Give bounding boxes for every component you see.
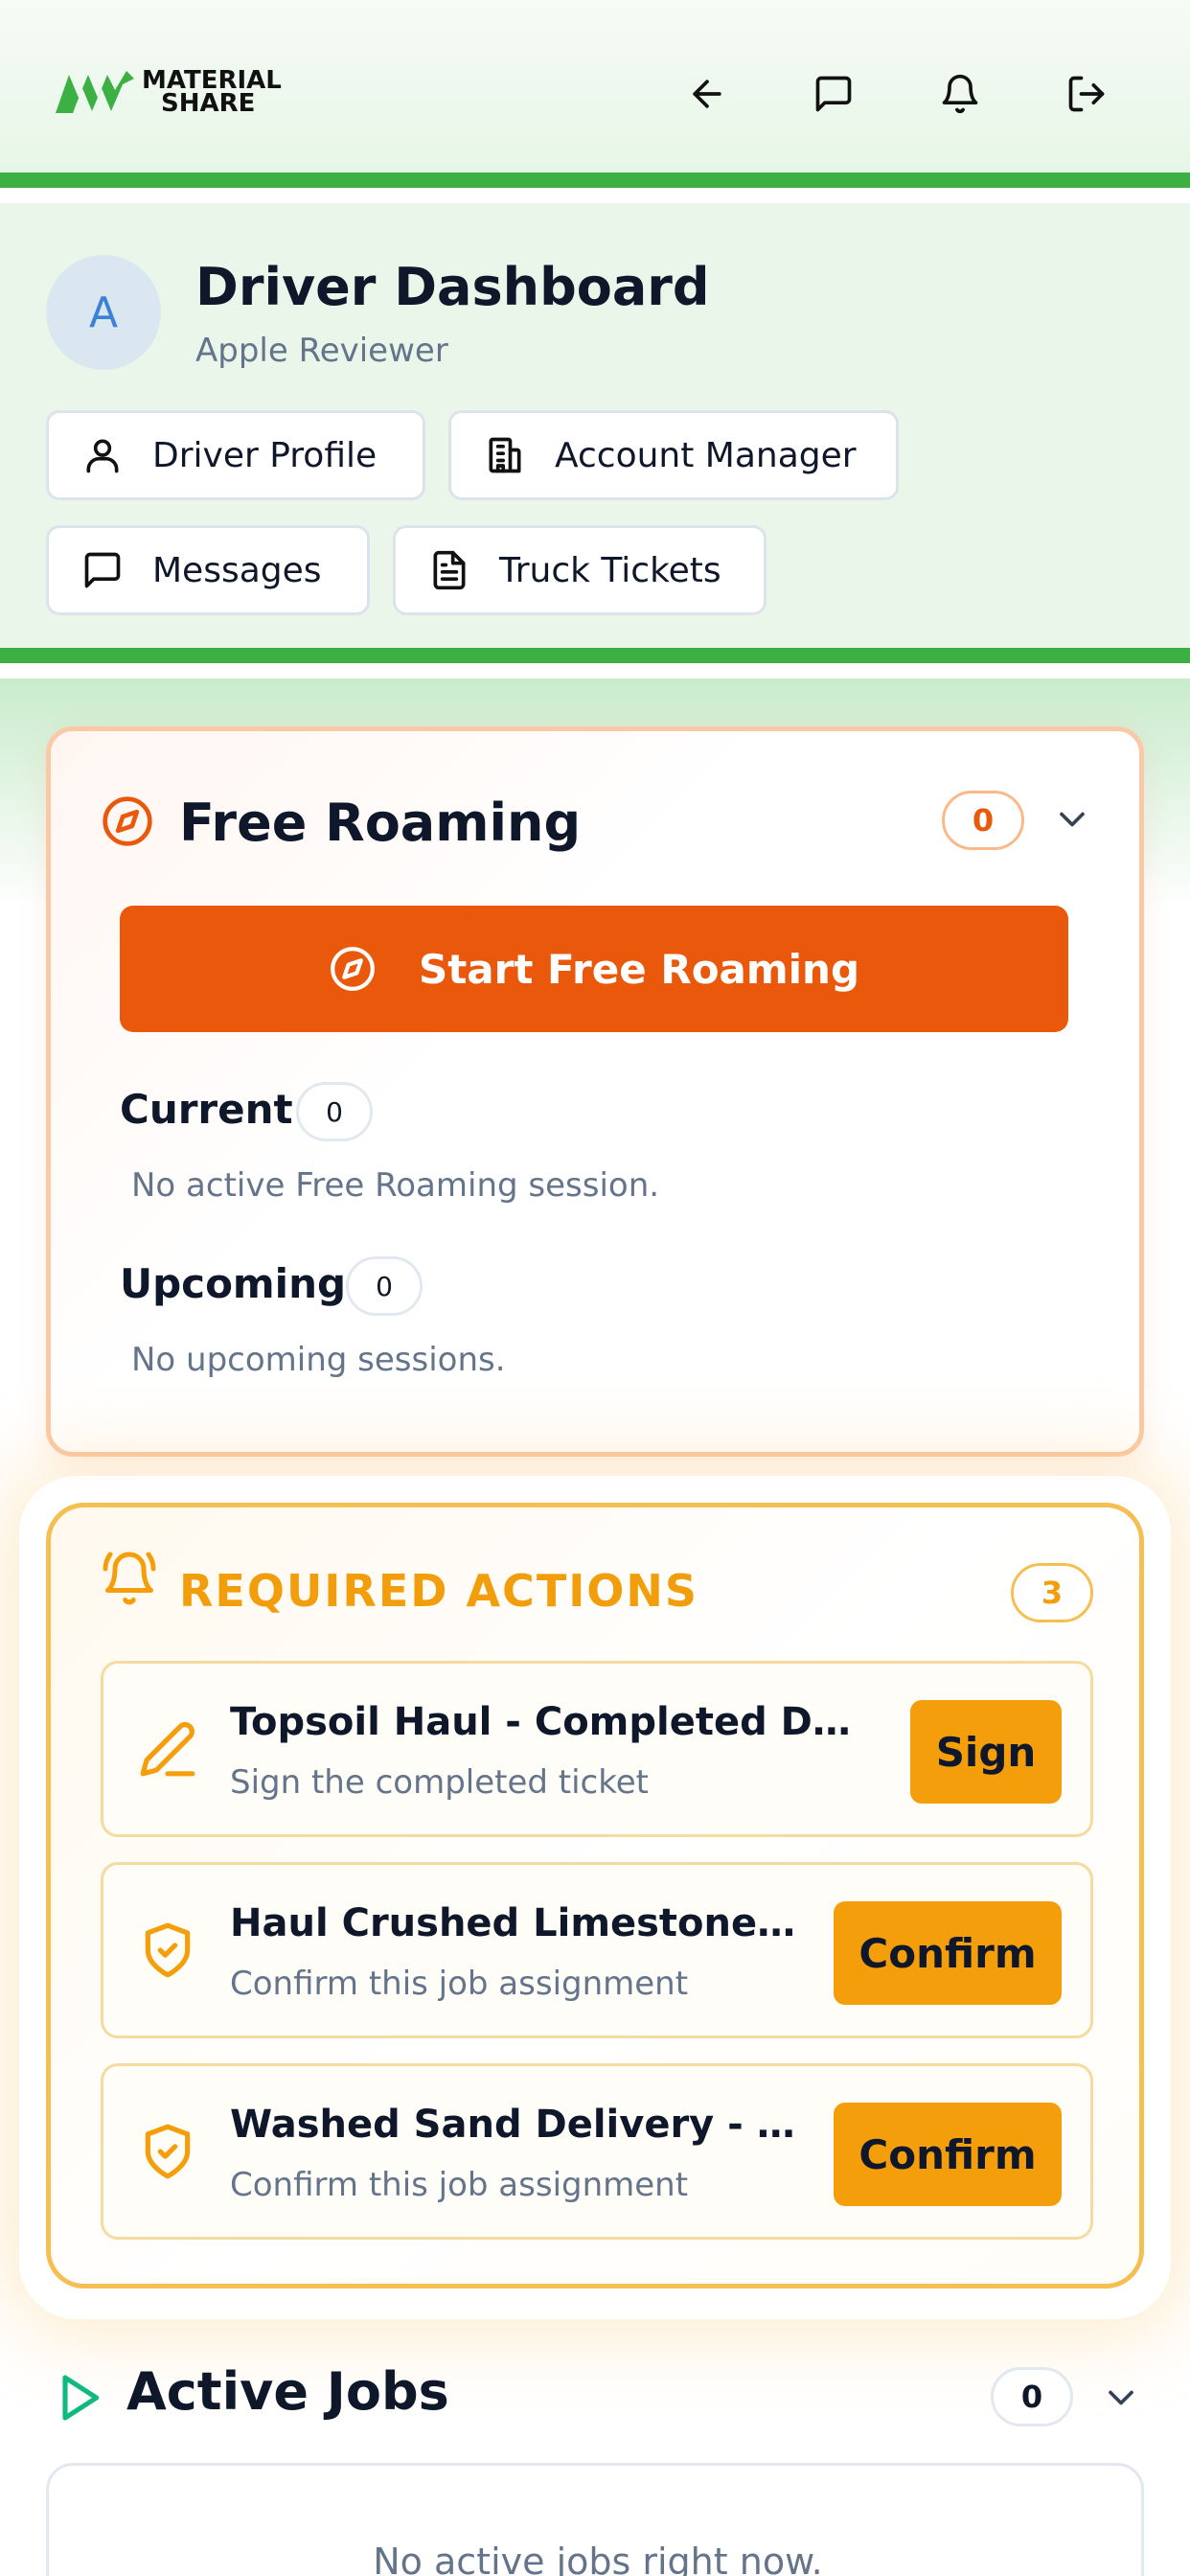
required-action-item[interactable]: Haul Crushed Limestone t... Confirm this… [101,1862,1093,2038]
shield-check-icon [145,2124,191,2179]
material-share-logo[interactable]: MATERIAL SHARE [54,65,303,123]
upcoming-count-badge: 0 [346,1256,423,1316]
action-subtitle: Confirm this job assignment [230,2166,689,2204]
active-jobs-empty-text: No active jobs right now. [373,2541,823,2576]
active-jobs-card: No active jobs right now. [46,2463,1144,2576]
compass-icon [103,796,152,846]
back-button[interactable] [671,58,744,130]
message-square-icon [815,76,852,112]
truck-tickets-label: Truck Tickets [499,550,721,590]
arrow-left-icon [693,80,721,108]
messages-label: Messages [152,550,322,590]
required-action-item[interactable]: Topsoil Haul - Completed Dem... Sign the… [101,1661,1093,1837]
page-title: Driver Dashboard [195,257,710,317]
action-subtitle: Sign the completed ticket [230,1763,649,1802]
bell-icon [942,74,978,113]
upcoming-label: Upcoming [120,1260,347,1307]
current-label: Current [120,1086,293,1133]
app-header: MATERIAL SHARE [0,0,1190,188]
logout-button[interactable] [1050,58,1123,130]
start-free-roaming-button[interactable]: Start Free Roaming [120,906,1068,1032]
bell-ring-icon [103,1552,156,1605]
chevron-down-icon[interactable] [1051,798,1093,840]
action-title: Topsoil Haul - Completed Dem... [230,1700,862,1744]
required-action-item[interactable]: Washed Sand Delivery - Riv... Confirm th… [101,2063,1093,2240]
active-jobs-title: Active Jobs [126,2361,449,2422]
logo-line-2: SHARE [161,89,256,118]
required-actions-title: REQUIRED ACTIONS [179,1565,699,1617]
current-empty-text: No active Free Roaming session. [131,1166,660,1205]
messages-header-button[interactable] [797,58,870,130]
logo-mark-icon [56,71,134,113]
required-actions-count-badge: 3 [1011,1563,1093,1622]
free-roaming-count-badge: 0 [942,791,1024,850]
shield-check-icon [145,1922,191,1978]
upcoming-empty-text: No upcoming sessions. [131,1341,506,1379]
account-manager-button[interactable]: Account Manager [448,410,899,500]
account-manager-label: Account Manager [555,435,857,475]
play-icon [62,2375,100,2421]
active-jobs-count-badge: 0 [991,2367,1073,2426]
sign-button[interactable]: Sign [910,1700,1062,1804]
message-square-icon [84,552,121,588]
current-count-badge: 0 [296,1082,373,1141]
confirm-button[interactable]: Confirm [834,2103,1062,2206]
log-out-icon [1068,76,1105,112]
notifications-button[interactable] [924,58,996,130]
confirm-button[interactable]: Confirm [834,1901,1062,2005]
chevron-down-icon[interactable] [1100,2377,1142,2419]
driver-profile-label: Driver Profile [152,435,378,475]
logo-text: MATERIAL SHARE [142,68,282,118]
driver-profile-button[interactable]: Driver Profile [46,410,425,500]
avatar: A [46,255,161,370]
action-subtitle: Confirm this job assignment [230,1965,689,2003]
pen-icon [140,1722,195,1777]
free-roaming-card: Free Roaming 0 Start Free Roaming Curren… [46,726,1144,1457]
compass-icon [331,947,375,991]
start-free-roaming-label: Start Free Roaming [418,945,860,993]
user-icon [86,439,119,473]
building-icon [489,437,521,473]
truck-tickets-button[interactable]: Truck Tickets [393,525,767,615]
action-title: Haul Crushed Limestone t... [230,1901,805,1945]
user-name: Apple Reviewer [195,332,448,370]
required-actions-card: REQUIRED ACTIONS 3 Topsoil Haul - Comple… [46,1503,1144,2288]
file-text-icon [433,550,466,590]
free-roaming-title: Free Roaming [179,793,582,853]
messages-button[interactable]: Messages [46,525,370,615]
action-title: Washed Sand Delivery - Riv... [230,2103,805,2147]
driver-panel: A Driver Dashboard Apple Reviewer Driver… [0,203,1190,663]
